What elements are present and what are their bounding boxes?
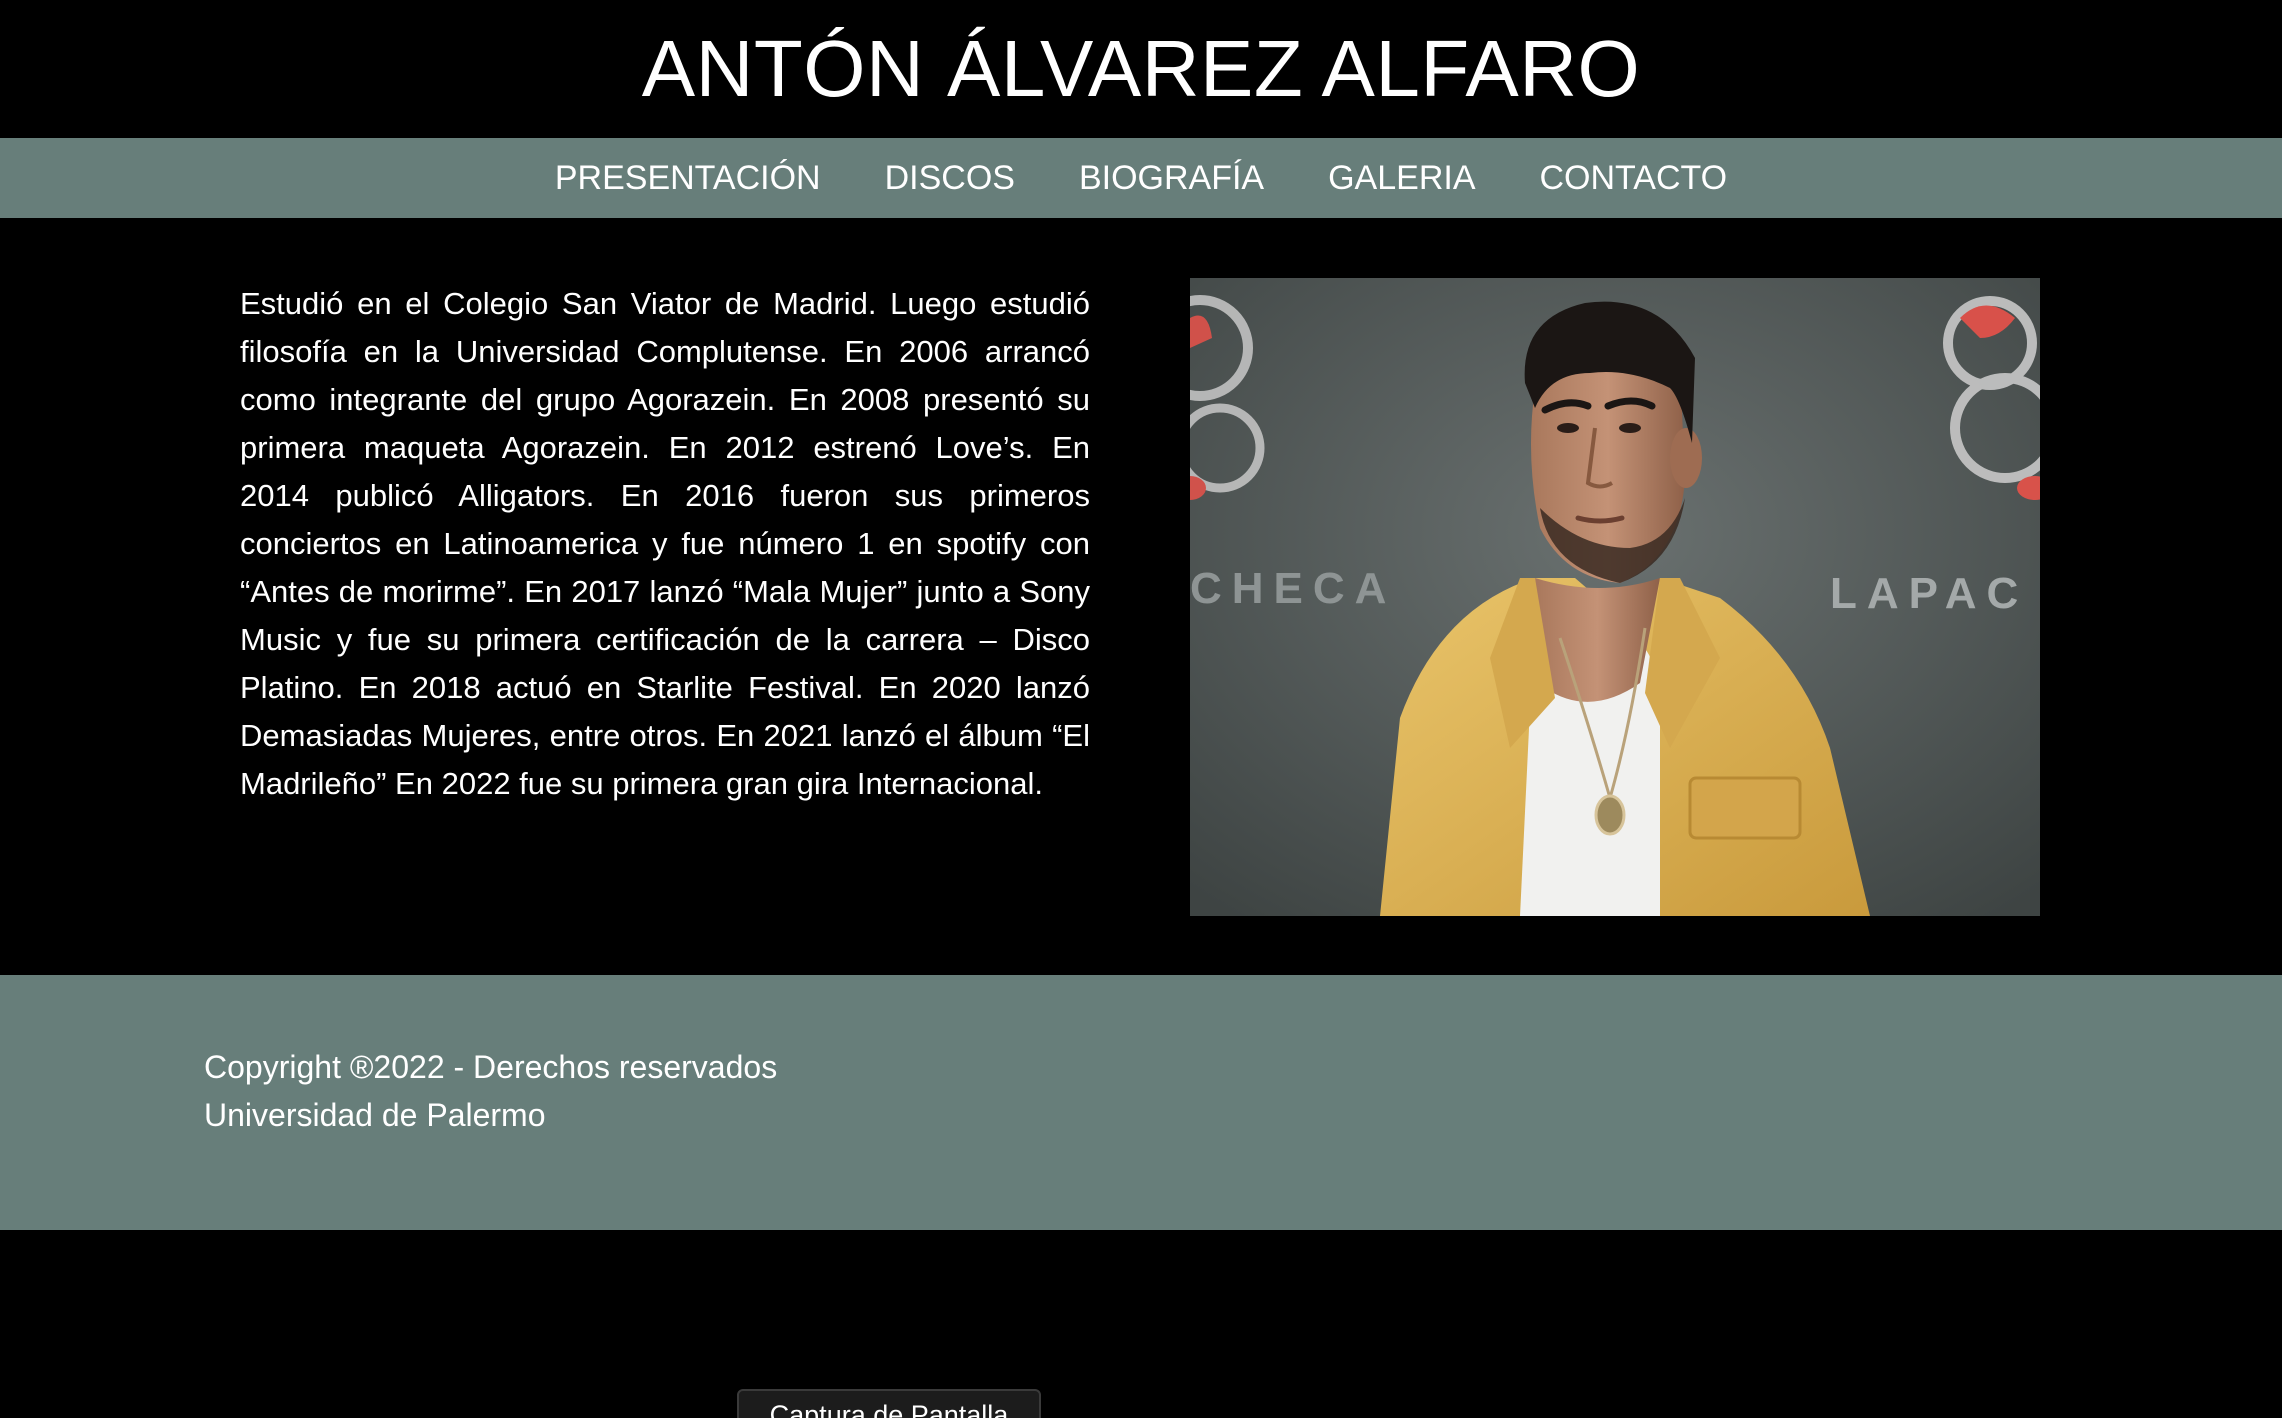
main-nav: PRESENTACIÓN DISCOS BIOGRAFÍA GALERIA CO…: [0, 138, 2282, 218]
nav-item-presentacion[interactable]: PRESENTACIÓN: [555, 159, 821, 198]
site-title: ANTÓN ÁLVAREZ ALFARO: [641, 24, 1641, 113]
backdrop-text-right: LAPAC: [1830, 569, 2028, 618]
main-content: Estudió en el Colegio San Viator de Madr…: [0, 218, 2282, 975]
nav-item-discos[interactable]: DISCOS: [885, 159, 1015, 198]
nav-item-contacto[interactable]: CONTACTO: [1540, 159, 1728, 198]
screenshot-caption-tab[interactable]: Captura de Pantalla: [737, 1389, 1041, 1418]
footer-institution: Universidad de Palermo: [204, 1097, 546, 1133]
footer-text: Copyright ®2022 - Derechos reservados Un…: [204, 1043, 777, 1139]
nav-item-biografia[interactable]: BIOGRAFÍA: [1079, 159, 1264, 198]
site-header: ANTÓN ÁLVAREZ ALFARO: [0, 0, 2282, 138]
footer-copyright: Copyright ®2022 - Derechos reservados: [204, 1049, 778, 1085]
artist-photo: CHECA LAPAC: [1190, 278, 2040, 916]
nav-item-galeria[interactable]: GALERIA: [1328, 159, 1475, 198]
page: ANTÓN ÁLVAREZ ALFARO PRESENTACIÓN DISCOS…: [0, 0, 2282, 1418]
backdrop-text-left: CHECA: [1190, 564, 1396, 613]
biography-text: Estudió en el Colegio San Viator de Madr…: [240, 286, 1090, 801]
site-footer: Copyright ®2022 - Derechos reservados Un…: [0, 975, 2282, 1230]
